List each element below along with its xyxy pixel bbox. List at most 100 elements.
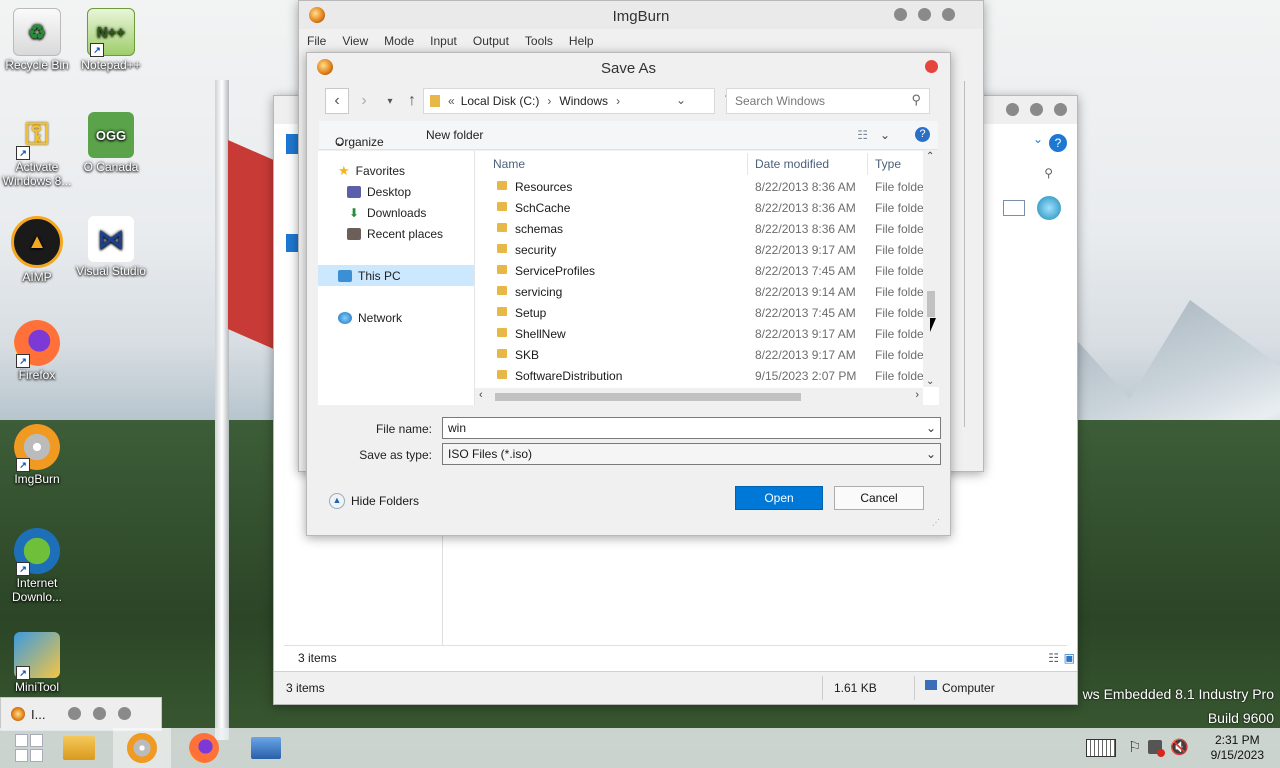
desktop-icon-notepad-plus-plus[interactable]: N++ ↗ Notepad++ bbox=[74, 8, 148, 72]
open-button[interactable]: Open bbox=[735, 486, 823, 510]
menu-file[interactable]: File bbox=[299, 29, 334, 51]
column-name[interactable]: Name bbox=[493, 157, 525, 171]
nav-favorites[interactable]: ★ Favorites bbox=[318, 160, 474, 181]
item-type: File folder bbox=[875, 243, 928, 257]
nav-this-pc[interactable]: This PC bbox=[318, 265, 474, 286]
column-date-modified[interactable]: Date modified bbox=[755, 157, 829, 171]
taskbar-on-screen-keyboard[interactable] bbox=[237, 728, 295, 768]
chevron-down-icon[interactable]: ⌄ bbox=[926, 418, 936, 438]
list-item[interactable]: Setup 8/22/2013 7:45 AM File folder bbox=[475, 302, 935, 323]
restore-button[interactable] bbox=[68, 707, 81, 720]
breadcrumb-overflow[interactable]: « bbox=[448, 94, 455, 108]
taskbar-clock[interactable]: 2:31 PM 9/15/2023 bbox=[1211, 733, 1264, 763]
list-item[interactable]: ServiceProfiles 8/22/2013 7:45 AM File fol… bbox=[475, 260, 935, 281]
scroll-left-arrow-icon[interactable]: ‹ bbox=[479, 389, 483, 401]
menu-input[interactable]: Input bbox=[422, 29, 465, 51]
hide-folders-button[interactable]: ▲ Hide Folders bbox=[329, 493, 419, 509]
breadcrumb-local-disk[interactable]: Local Disk (C:) bbox=[461, 94, 540, 108]
desktop-icon-visual-studio[interactable]: ⋈ Visual Studio bbox=[74, 216, 148, 278]
view-options-chevron-icon[interactable]: ⌄ bbox=[880, 128, 890, 142]
world-icon[interactable] bbox=[1037, 196, 1061, 220]
up-arrow-icon[interactable]: ↑ bbox=[401, 88, 423, 114]
list-item[interactable]: schemas 8/22/2013 8:36 AM File folder bbox=[475, 218, 935, 239]
column-separator[interactable] bbox=[867, 153, 868, 175]
vertical-scrollbar[interactable]: ⌃ ⌄ bbox=[923, 151, 939, 387]
explorer-location: Computer bbox=[942, 681, 995, 695]
breadcrumb-separator-icon[interactable]: › bbox=[547, 94, 551, 108]
maximize-button[interactable] bbox=[1030, 103, 1043, 116]
menu-tools[interactable]: Tools bbox=[517, 29, 561, 51]
minimize-button[interactable] bbox=[1006, 103, 1019, 116]
list-item[interactable]: SKB 8/22/2013 9:17 AM File folder bbox=[475, 344, 935, 365]
list-item[interactable]: SoftwareDistribution 9/15/2023 2:07 PM Fil… bbox=[475, 365, 935, 386]
search-icon[interactable]: ⚲ bbox=[911, 92, 921, 108]
close-button[interactable] bbox=[118, 707, 131, 720]
taskbar-file-explorer[interactable] bbox=[50, 728, 108, 768]
desktop-icon-firefox[interactable]: ↗ Firefox bbox=[0, 320, 74, 382]
list-item[interactable]: SchCache 8/22/2013 8:36 AM File folder bbox=[475, 197, 935, 218]
scroll-down-arrow-icon[interactable]: ⌄ bbox=[926, 376, 934, 387]
vertical-scroll-thumb[interactable] bbox=[927, 291, 935, 317]
horizontal-scroll-thumb[interactable] bbox=[495, 393, 801, 401]
large-icons-view-icon[interactable]: ▣ bbox=[1064, 651, 1075, 665]
desktop-icon-recycle-bin[interactable]: ♻ Recycle Bin bbox=[0, 8, 74, 72]
resize-grip-icon[interactable]: ⋰ bbox=[932, 518, 940, 527]
cancel-button[interactable]: Cancel bbox=[834, 486, 924, 510]
list-item[interactable]: security 8/22/2013 9:17 AM File folder bbox=[475, 239, 935, 260]
nav-recent-places[interactable]: Recent places bbox=[318, 223, 474, 244]
address-bar[interactable]: « Local Disk (C:) › Windows › ⌄ ↻ bbox=[423, 88, 736, 114]
desktop-icon-imgburn[interactable]: ↗ ImgBurn bbox=[0, 424, 74, 486]
touch-keyboard-icon[interactable] bbox=[1086, 739, 1116, 757]
desktop-icon-internet-download-manager[interactable]: ↗ Internet Downlo... bbox=[0, 528, 74, 604]
scroll-right-arrow-icon[interactable]: › bbox=[915, 389, 919, 401]
recent-locations-chevron-icon[interactable]: ▾ bbox=[379, 88, 401, 114]
view-options-icon[interactable]: ☷ bbox=[857, 128, 868, 142]
minimize-button[interactable] bbox=[894, 8, 907, 21]
file-name-field[interactable]: win ⌄ bbox=[442, 417, 941, 439]
close-button[interactable] bbox=[942, 8, 955, 21]
minimized-window[interactable]: I... bbox=[0, 697, 162, 731]
action-center-flag-icon[interactable]: ⚐ bbox=[1128, 738, 1141, 756]
help-icon[interactable]: ? bbox=[1049, 134, 1067, 152]
forward-arrow-icon[interactable]: › bbox=[353, 88, 375, 114]
maximize-button[interactable] bbox=[918, 8, 931, 21]
new-folder-button[interactable]: New folder bbox=[426, 128, 483, 142]
desktop-icon-activate-windows[interactable]: ⚿ ↗ Activate Windows 8... bbox=[0, 112, 74, 188]
volume-muted-icon[interactable]: 🔇 bbox=[1170, 738, 1189, 756]
breadcrumb-separator-icon[interactable]: › bbox=[616, 94, 620, 108]
search-icon[interactable]: ⚲ bbox=[1044, 166, 1053, 180]
search-input[interactable]: Search Windows ⚲ bbox=[726, 88, 930, 114]
preview-pane-icon[interactable] bbox=[1003, 200, 1025, 216]
horizontal-scrollbar[interactable]: ‹ › bbox=[475, 388, 923, 405]
list-item[interactable]: ShellNew 8/22/2013 9:17 AM File folder bbox=[475, 323, 935, 344]
taskbar-imgburn[interactable] bbox=[113, 728, 171, 768]
nav-downloads[interactable]: ⬇ Downloads bbox=[318, 202, 474, 223]
details-view-icon[interactable]: ☷ bbox=[1048, 651, 1059, 665]
list-item[interactable]: servicing 8/22/2013 9:14 AM File folder bbox=[475, 281, 935, 302]
scroll-up-arrow-icon[interactable]: ⌃ bbox=[926, 151, 934, 162]
close-button[interactable] bbox=[925, 60, 938, 73]
taskbar-firefox[interactable] bbox=[175, 728, 233, 768]
menu-help[interactable]: Help bbox=[561, 29, 602, 51]
column-type[interactable]: Type bbox=[875, 157, 901, 171]
desktop-icon-aimp[interactable]: ▲ AIMP bbox=[0, 216, 74, 284]
breadcrumb-windows[interactable]: Windows bbox=[559, 94, 608, 108]
address-dropdown-chevron-icon[interactable]: ⌄ bbox=[676, 93, 686, 107]
menu-view[interactable]: View bbox=[334, 29, 376, 51]
chevron-down-icon[interactable]: ⌄ bbox=[1033, 132, 1043, 146]
chevron-down-icon[interactable]: ⌄ bbox=[926, 444, 936, 464]
menu-output[interactable]: Output bbox=[465, 29, 517, 51]
save-type-select[interactable]: ISO Files (*.iso) ⌄ bbox=[442, 443, 941, 465]
nav-network[interactable]: Network bbox=[318, 307, 474, 328]
network-disconnected-icon[interactable] bbox=[1148, 740, 1165, 757]
close-button[interactable] bbox=[1054, 103, 1067, 116]
maximize-button[interactable] bbox=[93, 707, 106, 720]
menu-mode[interactable]: Mode bbox=[376, 29, 422, 51]
back-arrow-icon[interactable]: ‹ bbox=[325, 88, 349, 114]
help-icon[interactable]: ? bbox=[915, 127, 930, 142]
desktop-icon-minitool[interactable]: ↗ MiniTool bbox=[0, 632, 74, 694]
desktop-icon-o-canada[interactable]: OGG O Canada bbox=[74, 112, 148, 174]
column-separator[interactable] bbox=[747, 153, 748, 175]
list-item[interactable]: Resources 8/22/2013 8:36 AM File folder bbox=[475, 176, 935, 197]
nav-desktop[interactable]: Desktop bbox=[318, 181, 474, 202]
